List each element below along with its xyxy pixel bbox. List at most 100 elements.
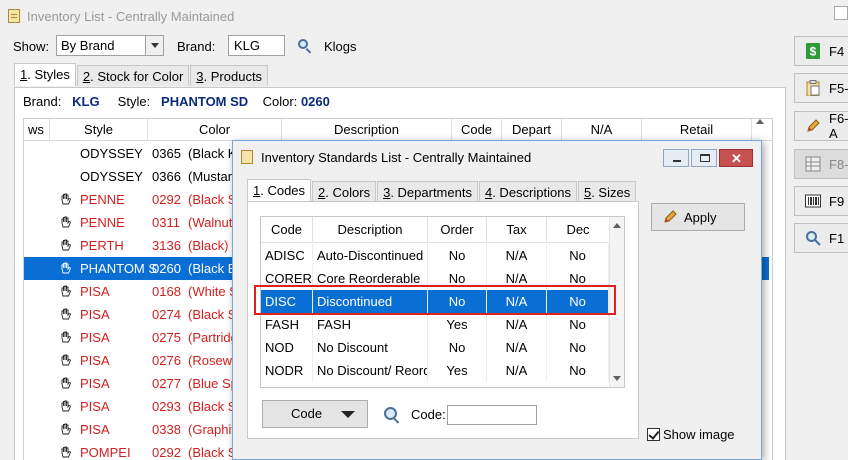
scroll-up-icon[interactable] bbox=[613, 223, 621, 228]
col-header-description[interactable]: Description bbox=[282, 119, 452, 141]
description-cell: FASH bbox=[313, 313, 428, 336]
color-code-cell: 0292 bbox=[152, 192, 181, 207]
color-code-cell: 0311 bbox=[152, 215, 180, 230]
pencil-icon bbox=[805, 118, 829, 134]
dec-cell: No bbox=[547, 244, 609, 267]
sort-by-code-button[interactable]: Code bbox=[262, 400, 368, 428]
svg-text:$: $ bbox=[810, 45, 817, 59]
show-select-value: By Brand bbox=[61, 38, 115, 53]
col-header-na[interactable]: N/A bbox=[562, 119, 642, 141]
codes-panel: Code Description Order Tax Dec ADISC Auto… bbox=[247, 201, 639, 439]
code-row[interactable]: ADISC Auto-Discontinued No N/A No bbox=[261, 244, 609, 267]
minimize-button[interactable] bbox=[663, 149, 689, 167]
tab-styles[interactable]: 1. Styles bbox=[14, 63, 76, 86]
scroll-down-icon[interactable] bbox=[613, 376, 621, 381]
tax-cell: N/A bbox=[487, 336, 547, 359]
tab-colors[interactable]: 2. Colors bbox=[312, 181, 377, 202]
brand-input-value: KLG bbox=[234, 38, 261, 53]
tab-sizes[interactable]: 5. Sizes bbox=[577, 181, 637, 202]
hand-icon bbox=[61, 377, 71, 389]
info-color-value: 0260 bbox=[300, 94, 330, 109]
main-window-title-bar: Inventory List - Centrally Maintained bbox=[0, 0, 848, 32]
info-style-label: Style: bbox=[117, 94, 151, 109]
dec-cell: No bbox=[547, 313, 609, 336]
info-brand-label: Brand: bbox=[23, 94, 62, 109]
order-cell: No bbox=[428, 244, 487, 267]
code-search-icon[interactable] bbox=[384, 407, 402, 425]
clipboard-icon bbox=[805, 80, 829, 96]
dialog-window-buttons: ✕ bbox=[661, 149, 753, 167]
code-row[interactable]: NODR No Discount/ Reorde Yes N/A No bbox=[261, 359, 609, 382]
show-image-checkbox[interactable]: Show image bbox=[647, 427, 735, 442]
col-header-depart[interactable]: Depart bbox=[502, 119, 562, 141]
color-code-cell: 0366 bbox=[152, 169, 181, 184]
hand-icon bbox=[61, 193, 71, 205]
barcode-icon bbox=[805, 193, 829, 209]
code-cell: ADISC bbox=[261, 244, 313, 267]
function-key-label: F4 bbox=[829, 43, 845, 59]
apply-label: Apply bbox=[684, 209, 717, 225]
col-header-code[interactable]: Code bbox=[261, 217, 313, 243]
show-image-label: Show image bbox=[663, 427, 735, 442]
code-search-input[interactable] bbox=[447, 405, 537, 425]
tab-descriptions[interactable]: 4. Descriptions bbox=[478, 181, 577, 202]
hand-icon bbox=[61, 262, 71, 274]
col-header-dec[interactable]: Dec bbox=[547, 217, 610, 243]
sort-button-label: Code bbox=[291, 406, 323, 421]
maximize-button[interactable] bbox=[834, 6, 848, 20]
info-brand-value: KLG bbox=[72, 94, 100, 109]
tab-stock-for-color[interactable]: 2. Stock for Color bbox=[76, 65, 190, 86]
hand-icon bbox=[61, 446, 71, 458]
function-key-button[interactable]: F6-A bbox=[794, 111, 848, 141]
dec-cell: No bbox=[547, 359, 609, 382]
color-code-cell: 0365 bbox=[152, 146, 181, 161]
dollar-icon: $ bbox=[805, 43, 829, 59]
function-key-button[interactable]: $ F4 bbox=[794, 36, 848, 66]
color-code-cell: 0260 bbox=[152, 261, 181, 276]
function-key-button[interactable]: F9 bbox=[794, 186, 848, 216]
tab-departments[interactable]: 3. Departments bbox=[377, 181, 478, 202]
col-header-order[interactable]: Order bbox=[428, 217, 487, 243]
hand-icon bbox=[61, 216, 71, 228]
function-key-button[interactable]: F5- bbox=[794, 73, 848, 103]
document-icon bbox=[241, 150, 253, 164]
info-color-label: Color: bbox=[262, 94, 298, 109]
col-header-retail[interactable]: Retail bbox=[642, 119, 752, 141]
code-cell: NODR bbox=[261, 359, 313, 382]
brand-input[interactable]: KLG bbox=[228, 35, 285, 56]
color-code-cell: 0168 bbox=[152, 284, 181, 299]
grid-icon bbox=[805, 156, 829, 172]
tab-products[interactable]: 3. Products bbox=[190, 65, 269, 86]
tax-cell: N/A bbox=[487, 313, 547, 336]
info-style-value: PHANTOM SD bbox=[161, 94, 249, 109]
main-window-title: Inventory List - Centrally Maintained bbox=[27, 8, 235, 24]
function-key-button[interactable]: F1 bbox=[794, 223, 848, 253]
show-select[interactable]: By Brand bbox=[56, 35, 164, 56]
document-icon bbox=[8, 9, 20, 23]
col-header-style[interactable]: Style bbox=[50, 119, 148, 141]
col-header-tax[interactable]: Tax bbox=[487, 217, 547, 243]
order-cell: Yes bbox=[428, 359, 487, 382]
brand-search-icon[interactable] bbox=[298, 39, 312, 54]
tax-cell: N/A bbox=[487, 244, 547, 267]
tax-cell: N/A bbox=[487, 359, 547, 382]
col-header-description[interactable]: Description bbox=[313, 217, 428, 243]
close-button[interactable]: ✕ bbox=[719, 149, 753, 167]
col-header-color[interactable]: Color bbox=[148, 119, 282, 141]
order-cell: No bbox=[428, 336, 487, 359]
apply-button[interactable]: Apply bbox=[651, 203, 745, 231]
code-cell: FASH bbox=[261, 313, 313, 336]
color-code-cell: 0293 bbox=[152, 399, 181, 414]
function-key-button[interactable]: F8- bbox=[794, 149, 848, 179]
col-header-ws[interactable]: ws bbox=[24, 119, 50, 141]
restore-button[interactable] bbox=[691, 149, 717, 167]
description-cell: Auto-Discontinued bbox=[313, 244, 428, 267]
code-row[interactable]: FASH FASH Yes N/A No bbox=[261, 313, 609, 336]
col-header-code[interactable]: Code bbox=[452, 119, 502, 141]
function-key-label: F9 bbox=[829, 193, 845, 209]
tab-codes[interactable]: 1. Codes bbox=[247, 179, 312, 202]
chevron-down-icon bbox=[145, 36, 163, 55]
grid-scroll-up-icon[interactable] bbox=[752, 117, 768, 127]
styles-grid-header: ws Style Color Description Code Depart N… bbox=[24, 119, 772, 141]
code-row[interactable]: NOD No Discount No N/A No bbox=[261, 336, 609, 359]
